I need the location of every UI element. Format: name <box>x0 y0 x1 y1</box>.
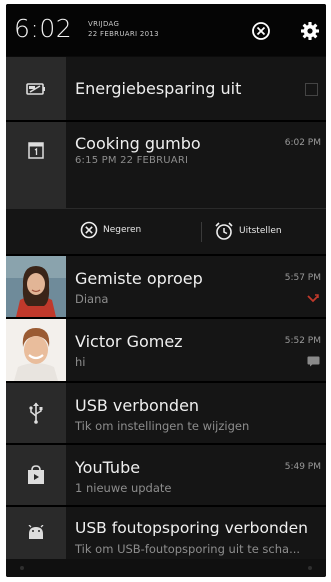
notification-title: Gemiste oproep <box>75 269 203 288</box>
notification-title: Victor Gomez <box>75 332 183 351</box>
notification-subtitle: Tik om instellingen te wijzigen <box>75 419 250 433</box>
close-circle-icon <box>252 22 270 40</box>
dismiss-button[interactable]: Negeren <box>80 221 141 239</box>
usb-icon <box>6 383 66 443</box>
notification-missed-call[interactable]: Gemiste oproep Diana 5:57 PM <box>6 256 326 317</box>
notification-message[interactable]: Victor Gomez hi 5:52 PM <box>6 319 326 381</box>
alarm-clock-icon <box>215 222 233 240</box>
notification-title: USB foutopsporing verbonden <box>75 519 308 537</box>
close-circle-icon <box>80 221 98 239</box>
day-label: VRIJDAG <box>88 20 120 28</box>
notification-body: Cooking gumbo 6:15 PM 22 FEBRUARI 6:02 P… <box>66 122 326 208</box>
notification-title: Energiebesparing uit <box>75 79 242 98</box>
status-bar: 6:02 VRIJDAG 22 FEBRUARI 2013 <box>6 4 326 56</box>
notification-usb-connected[interactable]: USB verbonden Tik om instellingen te wij… <box>6 383 326 443</box>
settings-button[interactable] <box>298 19 322 43</box>
notification-subtitle: 6:15 PM 22 FEBRUARI <box>75 155 189 166</box>
checkbox[interactable] <box>305 83 318 96</box>
notification-subtitle: 1 nieuwe update <box>75 481 172 495</box>
notification-shade: 6:02 VRIJDAG 22 FEBRUARI 2013 Energiebes… <box>6 4 326 577</box>
contact-photo-diana <box>6 256 66 317</box>
date-label: 22 FEBRUARI 2013 <box>88 30 159 38</box>
notification-time: 6:02 PM <box>284 138 321 148</box>
gear-icon <box>301 22 319 40</box>
notification-subtitle: hi <box>75 355 86 369</box>
contact-photo-victor <box>6 319 66 381</box>
missed-call-icon <box>307 294 319 303</box>
store-bag-icon <box>6 445 66 505</box>
notification-power-saver[interactable]: Energiebesparing uit <box>6 57 326 120</box>
notification-body: Energiebesparing uit <box>66 57 326 120</box>
notification-title: USB verbonden <box>75 396 200 415</box>
snooze-label: Uitstellen <box>239 226 282 236</box>
notification-usb-debugging[interactable]: USB foutopsporing verbonden Tik om USB-f… <box>6 507 326 559</box>
snooze-button[interactable]: Uitstellen <box>214 221 282 241</box>
notification-body: Gemiste oproep Diana 5:57 PM <box>66 256 326 317</box>
date-block: VRIJDAG 22 FEBRUARI 2013 <box>88 19 159 39</box>
shade-handle[interactable] <box>6 559 326 577</box>
dismiss-label: Negeren <box>103 225 142 235</box>
notification-time: 5:57 PM <box>284 273 321 283</box>
notification-calendar-event[interactable]: Cooking gumbo 6:15 PM 22 FEBRUARI 6:02 P… <box>6 122 326 208</box>
notification-youtube[interactable]: YouTube 1 nieuwe update 5:49 PM <box>6 445 326 505</box>
divider <box>201 222 202 242</box>
notification-title: YouTube <box>75 458 141 477</box>
notification-time: 5:52 PM <box>284 336 321 346</box>
battery-saver-icon <box>6 57 66 120</box>
notification-body: Victor Gomez hi 5:52 PM <box>66 319 326 381</box>
notification-subtitle: Tik om USB-foutopsporing uit te scha... <box>75 542 301 556</box>
calendar-icon <box>6 122 66 208</box>
android-icon <box>6 507 66 559</box>
notification-subtitle: Diana <box>75 292 109 306</box>
notification-body: YouTube 1 nieuwe update 5:49 PM <box>66 445 326 505</box>
notification-body: USB foutopsporing verbonden Tik om USB-f… <box>66 507 326 559</box>
event-actions: Negeren Uitstellen <box>6 208 326 255</box>
notification-time: 5:49 PM <box>284 462 321 472</box>
notification-body: USB verbonden Tik om instellingen te wij… <box>66 383 326 443</box>
message-icon <box>307 356 320 367</box>
notification-title: Cooking gumbo <box>75 134 201 153</box>
clock: 6:02 <box>14 14 73 43</box>
clear-all-button[interactable] <box>249 19 273 43</box>
